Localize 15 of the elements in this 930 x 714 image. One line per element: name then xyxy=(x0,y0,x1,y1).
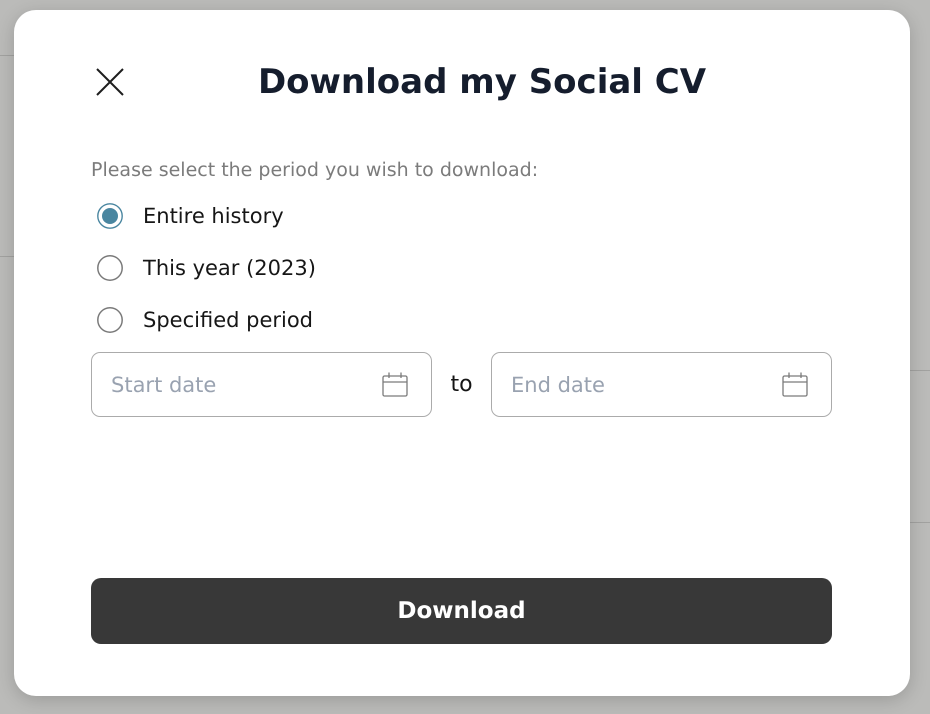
option-label[interactable]: Specified period xyxy=(143,306,314,334)
option-label[interactable]: Entire history xyxy=(143,202,284,230)
radio-button[interactable] xyxy=(97,307,123,333)
download-button[interactable]: Download xyxy=(91,578,832,644)
range-separator-text: to xyxy=(449,370,474,398)
dialog-title: Download my Social CV xyxy=(256,61,708,103)
instruction-text: Please select the period you wish to download: xyxy=(91,158,540,182)
close-icon[interactable] xyxy=(96,68,124,96)
radio-button[interactable] xyxy=(97,255,123,281)
date-input-field[interactable]: End date xyxy=(491,352,832,417)
calendar-icon[interactable] xyxy=(782,372,808,397)
option-label[interactable]: This year (2023) xyxy=(143,254,316,282)
date-input-field[interactable]: Start date xyxy=(91,352,432,417)
radio-button[interactable] xyxy=(97,203,123,229)
calendar-icon[interactable] xyxy=(382,372,408,397)
